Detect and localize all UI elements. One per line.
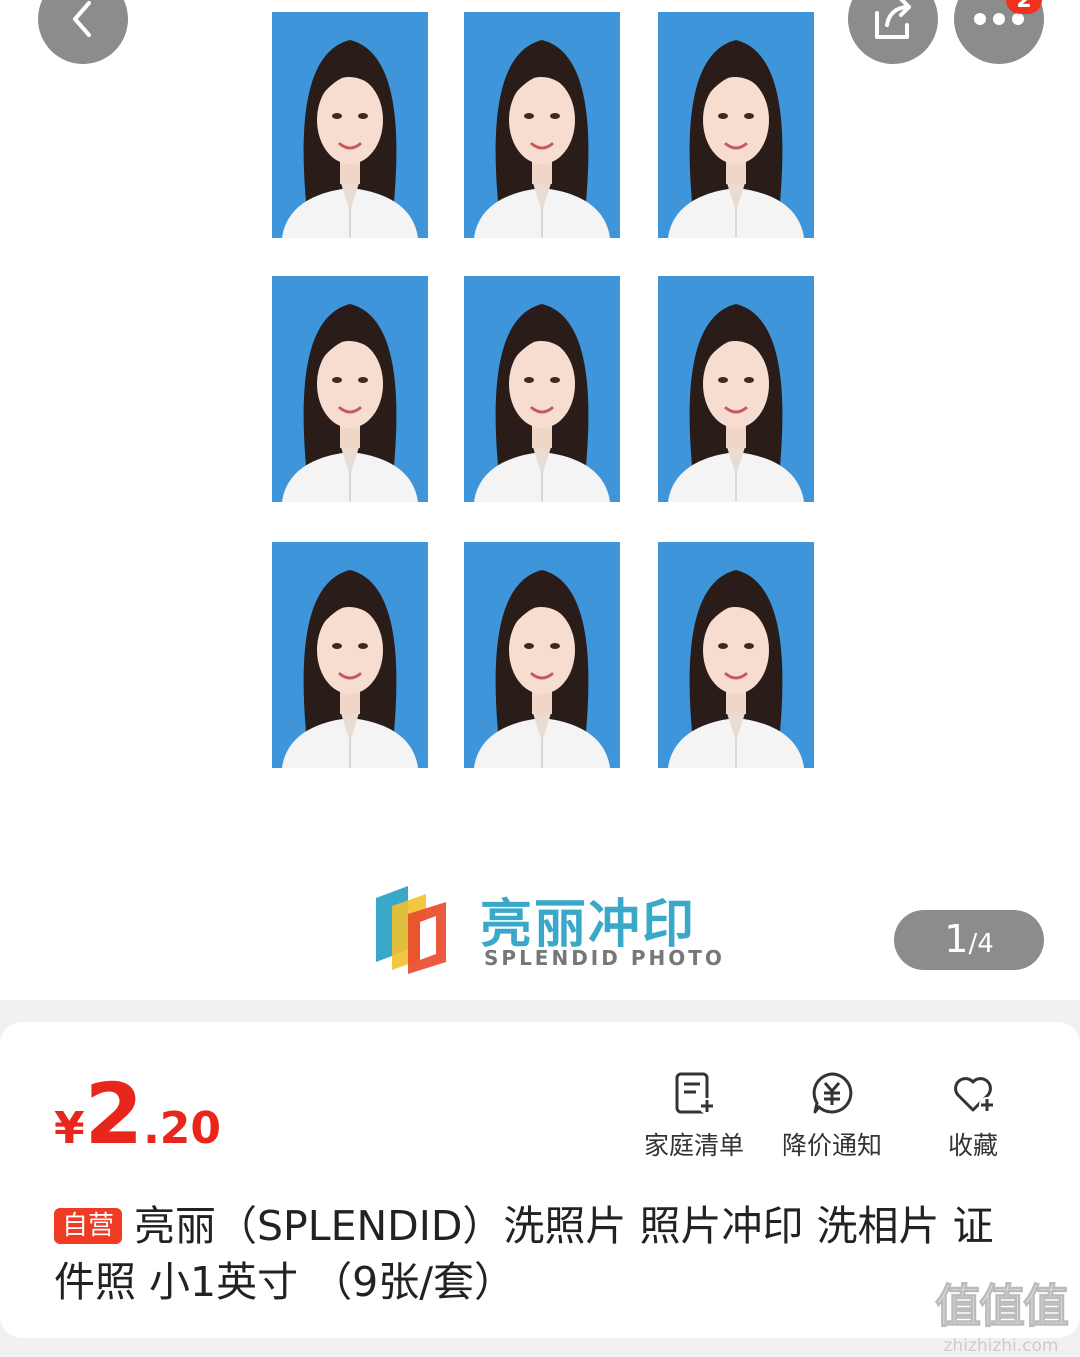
- site-watermark: 值值值 zhizhizhi.com: [926, 1270, 1076, 1357]
- favorite-label: 收藏: [948, 1131, 999, 1160]
- product-title: 自营 亮丽（SPLENDID）洗照片 照片冲印 洗相片 证件照 小1英寸 （9张/…: [54, 1198, 1014, 1310]
- image-counter-current: 1: [944, 917, 969, 961]
- share-icon: [875, 0, 911, 39]
- price-alert-button[interactable]: 降价通知: [782, 1070, 882, 1162]
- more-dots-icon: [974, 13, 1024, 25]
- id-photo: [272, 12, 428, 238]
- price-alert-label: 降价通知: [782, 1131, 883, 1160]
- id-photo: [464, 12, 620, 238]
- price-decimal: .20: [143, 1103, 222, 1154]
- family-list-label: 家庭清单: [644, 1131, 745, 1160]
- id-photo: [658, 276, 814, 502]
- image-counter: 1 /4: [894, 910, 1044, 970]
- self-operated-tag: 自营: [54, 1208, 123, 1244]
- product-info-card: ¥ 2 .20 家庭清单 降价通知 收藏 自营 亮丽（SPLENDID）洗照片 …: [0, 1022, 1080, 1338]
- family-list-button[interactable]: 家庭清单: [644, 1070, 744, 1162]
- product-price: ¥ 2 .20: [54, 1072, 221, 1156]
- image-counter-total: /4: [968, 929, 994, 959]
- id-photo: [272, 276, 428, 502]
- share-button[interactable]: [848, 0, 938, 64]
- price-currency: ¥: [54, 1103, 85, 1154]
- back-button[interactable]: [38, 0, 128, 64]
- price-integer: 2: [84, 1065, 144, 1163]
- id-photo: [658, 12, 814, 238]
- brand-logo: 亮丽冲印 SPLENDID PHOTO: [368, 878, 728, 978]
- list-add-icon: [675, 1072, 715, 1114]
- watermark-site: zhizhizhi.com: [943, 1336, 1059, 1356]
- id-photo: [464, 542, 620, 768]
- brand-name-en: SPLENDID PHOTO: [484, 946, 725, 970]
- product-title-text: 亮丽（SPLENDID）洗照片 照片冲印 洗相片 证件照 小1英寸 （9张/套）: [54, 1202, 994, 1306]
- id-photo: [272, 542, 428, 768]
- id-photo: [464, 276, 620, 502]
- watermark-logo: 值值值: [935, 1279, 1070, 1334]
- product-image-gallery[interactable]: 亮丽冲印 SPLENDID PHOTO 2 1 /4: [0, 0, 1080, 1000]
- id-photo: [658, 542, 814, 768]
- chevron-left-icon: [73, 1, 91, 37]
- favorite-button[interactable]: 收藏: [948, 1070, 998, 1162]
- brand-logo-mark: [376, 886, 446, 974]
- price-alert-icon: [812, 1072, 853, 1114]
- heart-add-icon: [954, 1077, 995, 1113]
